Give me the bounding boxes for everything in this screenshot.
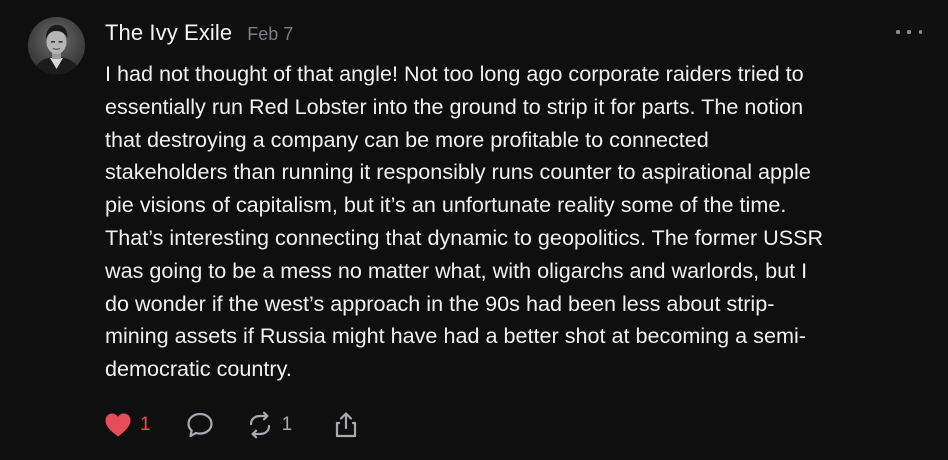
comment-body-line: do wonder if the west’s approach in the …: [105, 290, 775, 316]
restack-count: 1: [281, 414, 293, 435]
ellipsis-dot: [918, 30, 922, 34]
comment-body-line: That’s interesting connecting that dynam…: [105, 224, 824, 250]
restack-button[interactable]: 1: [246, 411, 293, 439]
comment-actions: 1 1: [104, 409, 360, 441]
comment-body: I had not thought of that angle! Not too…: [105, 58, 930, 386]
avatar-portrait: [28, 17, 85, 74]
comment-body-line: I had not thought of that angle! Not too…: [105, 61, 804, 86]
comment-body-line: pie visions of capitalism, but it’s an u…: [105, 192, 787, 218]
avatar[interactable]: [28, 17, 85, 74]
reply-button[interactable]: [186, 411, 214, 439]
comment-header: The Ivy Exile Feb 7: [105, 20, 293, 48]
comment-date[interactable]: Feb 7: [247, 24, 293, 45]
share-icon: [336, 412, 357, 438]
author-name[interactable]: The Ivy Exile: [105, 20, 232, 46]
ellipsis-dot: [896, 30, 900, 34]
comment-body-line: mining assets if Russia might have had a…: [105, 323, 806, 349]
restack-icon: [249, 411, 270, 439]
comment-body-line: stakeholders than running it responsibly…: [105, 159, 811, 185]
comment: The Ivy Exile Feb 7 I had not thought of…: [0, 0, 948, 460]
comment-body-line: that destroying a company can be more pr…: [105, 126, 709, 152]
ellipsis-icon[interactable]: [896, 24, 922, 40]
like-button[interactable]: 1: [104, 412, 151, 438]
comment-body-line: essentially run Red Lobster into the gro…: [105, 93, 804, 119]
share-button[interactable]: [332, 411, 360, 439]
comment-body-line: was going to be a mess no matter what, w…: [105, 257, 808, 283]
comment-bubble-icon: [186, 412, 213, 438]
like-count: 1: [140, 414, 151, 435]
ellipsis-dot: [907, 30, 911, 34]
comment-body-line: democratic country.: [105, 356, 292, 382]
heart-icon: [105, 413, 131, 437]
